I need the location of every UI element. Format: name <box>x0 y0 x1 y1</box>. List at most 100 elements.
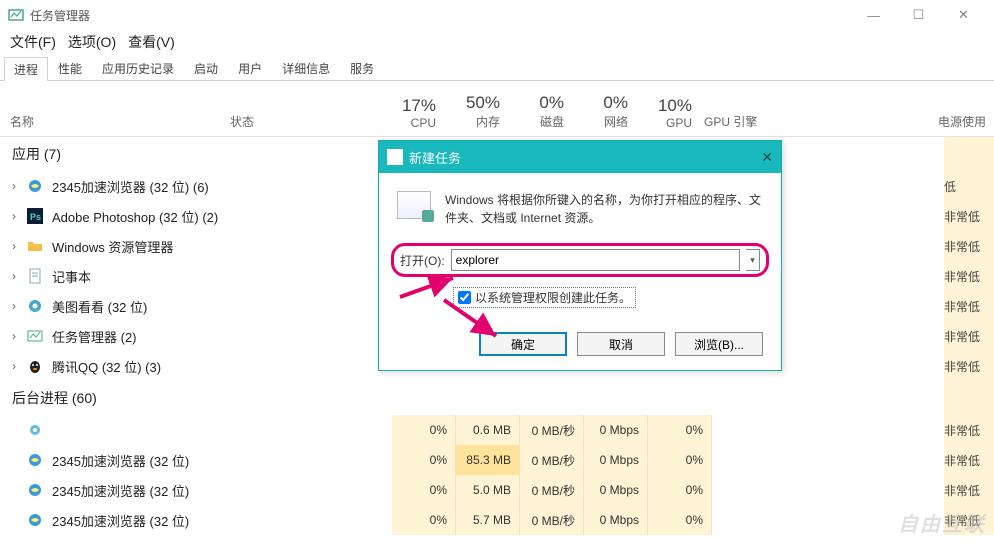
col-network[interactable]: 0%网络 <box>572 93 636 136</box>
open-label: 打开(O): <box>400 252 445 269</box>
power-value: 非常低 <box>944 268 994 285</box>
col-memory[interactable]: 50%内存 <box>444 93 508 136</box>
cpu-value: 0% <box>392 505 456 535</box>
svg-text:Ps: Ps <box>30 212 41 222</box>
mem-value: 85.3 MB <box>456 445 520 475</box>
image-viewer-icon <box>26 297 44 315</box>
maximize-button[interactable]: ☐ <box>896 0 941 30</box>
close-button[interactable]: ✕ <box>941 0 986 30</box>
browse-button[interactable]: 浏览(B)... <box>675 332 763 356</box>
col-gpu-engine[interactable]: GPU 引擎 <box>700 113 780 136</box>
menu-options[interactable]: 选项(O) <box>68 32 116 52</box>
dialog-title: 新建任务 <box>409 148 461 167</box>
process-name: 2345加速浏览器 (32 位) <box>52 481 392 500</box>
process-name: 记事本 <box>52 267 392 286</box>
ok-button[interactable]: 确定 <box>479 332 567 356</box>
minimize-button[interactable]: — <box>851 0 896 30</box>
disk-value: 0 MB/秒 <box>520 445 584 475</box>
gpu-value: 0% <box>648 475 712 505</box>
process-row[interactable]: 2345加速浏览器 (32 位) 0% 5.7 MB 0 MB/秒 0 Mbps… <box>0 505 994 535</box>
explorer-icon <box>26 237 44 255</box>
tab-users[interactable]: 用户 <box>228 56 272 80</box>
gpu-value: 0% <box>648 415 712 445</box>
tab-details[interactable]: 详细信息 <box>272 56 340 80</box>
power-value: 非常低 <box>944 208 994 225</box>
tab-startup[interactable]: 启动 <box>184 56 228 80</box>
disk-value: 0 MB/秒 <box>520 415 584 445</box>
dropdown-button[interactable]: ▾ <box>746 249 760 271</box>
qq-icon <box>26 357 44 375</box>
browser-icon <box>26 481 44 499</box>
mem-value: 5.0 MB <box>456 475 520 505</box>
power-value: 非常低 <box>944 482 994 499</box>
tab-app-history[interactable]: 应用历史记录 <box>92 56 184 80</box>
expand-icon[interactable]: › <box>12 299 26 313</box>
browser-icon <box>26 511 44 529</box>
admin-checkbox-label: 以系统管理权限创建此任务。 <box>475 289 631 306</box>
cpu-value: 0% <box>392 445 456 475</box>
watermark: 自由互联 <box>898 508 986 537</box>
process-row[interactable]: 0% 0.6 MB 0 MB/秒 0 Mbps 0% 非常低 <box>0 415 994 445</box>
expand-icon[interactable]: › <box>12 269 26 283</box>
expand-icon[interactable]: › <box>12 359 26 373</box>
admin-checkbox-row[interactable]: 以系统管理权限创建此任务。 <box>453 287 636 308</box>
power-value: 非常低 <box>944 238 994 255</box>
process-name: 2345加速浏览器 (32 位) <box>52 451 392 470</box>
expand-icon[interactable]: › <box>12 239 26 253</box>
gear-icon <box>26 421 44 439</box>
process-row[interactable]: 2345加速浏览器 (32 位) 0% 5.0 MB 0 MB/秒 0 Mbps… <box>0 475 994 505</box>
admin-checkbox[interactable] <box>458 291 471 304</box>
cpu-value: 0% <box>392 415 456 445</box>
net-value: 0 Mbps <box>584 505 648 535</box>
process-name: Windows 资源管理器 <box>52 237 392 256</box>
process-name: 2345加速浏览器 (32 位) <box>52 511 392 530</box>
expand-icon[interactable]: › <box>12 329 26 343</box>
mem-value: 5.7 MB <box>456 505 520 535</box>
group-background: 后台进程 (60) <box>0 381 994 415</box>
open-input[interactable] <box>451 249 740 271</box>
window-controls: — ☐ ✕ <box>851 0 986 30</box>
gpu-value: 0% <box>648 445 712 475</box>
power-value: 低 <box>944 178 994 195</box>
new-task-dialog: 新建任务 ✕ Windows 将根据你所键入的名称，为你打开相应的程序、文件夹、… <box>378 140 782 371</box>
process-name: 2345加速浏览器 (32 位) (6) <box>52 177 392 196</box>
menu-view[interactable]: 查看(V) <box>128 32 175 52</box>
browser-icon <box>26 177 44 195</box>
power-value: 非常低 <box>944 358 994 375</box>
process-name: 任务管理器 (2) <box>52 327 392 346</box>
tab-performance[interactable]: 性能 <box>48 56 92 80</box>
dialog-icon <box>387 149 403 165</box>
browser-icon <box>26 451 44 469</box>
net-value: 0 Mbps <box>584 415 648 445</box>
tab-processes[interactable]: 进程 <box>4 57 48 81</box>
notepad-icon <box>26 267 44 285</box>
cpu-value: 0% <box>392 475 456 505</box>
cancel-button[interactable]: 取消 <box>577 332 665 356</box>
dialog-title-bar[interactable]: 新建任务 ✕ <box>379 141 781 173</box>
gpu-value: 0% <box>648 505 712 535</box>
power-value: 非常低 <box>944 328 994 345</box>
net-value: 0 Mbps <box>584 475 648 505</box>
col-disk[interactable]: 0%磁盘 <box>508 93 572 136</box>
power-value: 非常低 <box>944 298 994 315</box>
task-manager-icon <box>26 327 44 345</box>
tab-bar: 进程 性能 应用历史记录 启动 用户 详细信息 服务 <box>0 56 994 81</box>
col-cpu[interactable]: 17%CPU <box>380 96 444 136</box>
expand-icon[interactable]: › <box>12 209 26 223</box>
col-power[interactable]: 电源使用 <box>938 113 994 136</box>
dialog-close-button[interactable]: ✕ <box>761 149 773 166</box>
menu-file[interactable]: 文件(F) <box>10 32 56 52</box>
app-icon <box>8 7 24 23</box>
col-name[interactable]: 名称 <box>0 113 230 136</box>
process-row[interactable]: 2345加速浏览器 (32 位) 0% 85.3 MB 0 MB/秒 0 Mbp… <box>0 445 994 475</box>
col-status[interactable]: 状态 <box>230 113 380 136</box>
run-icon <box>397 191 431 219</box>
dialog-description: Windows 将根据你所键入的名称，为你打开相应的程序、文件夹、文档或 Int… <box>445 191 763 227</box>
tab-services[interactable]: 服务 <box>340 56 384 80</box>
col-gpu[interactable]: 10%GPU <box>636 96 700 136</box>
title-bar: 任务管理器 — ☐ ✕ <box>0 0 994 30</box>
power-value: 非常低 <box>944 452 994 469</box>
open-field-highlight: 打开(O): ▾ <box>391 243 769 277</box>
expand-icon[interactable]: › <box>12 179 26 193</box>
photoshop-icon: Ps <box>26 207 44 225</box>
